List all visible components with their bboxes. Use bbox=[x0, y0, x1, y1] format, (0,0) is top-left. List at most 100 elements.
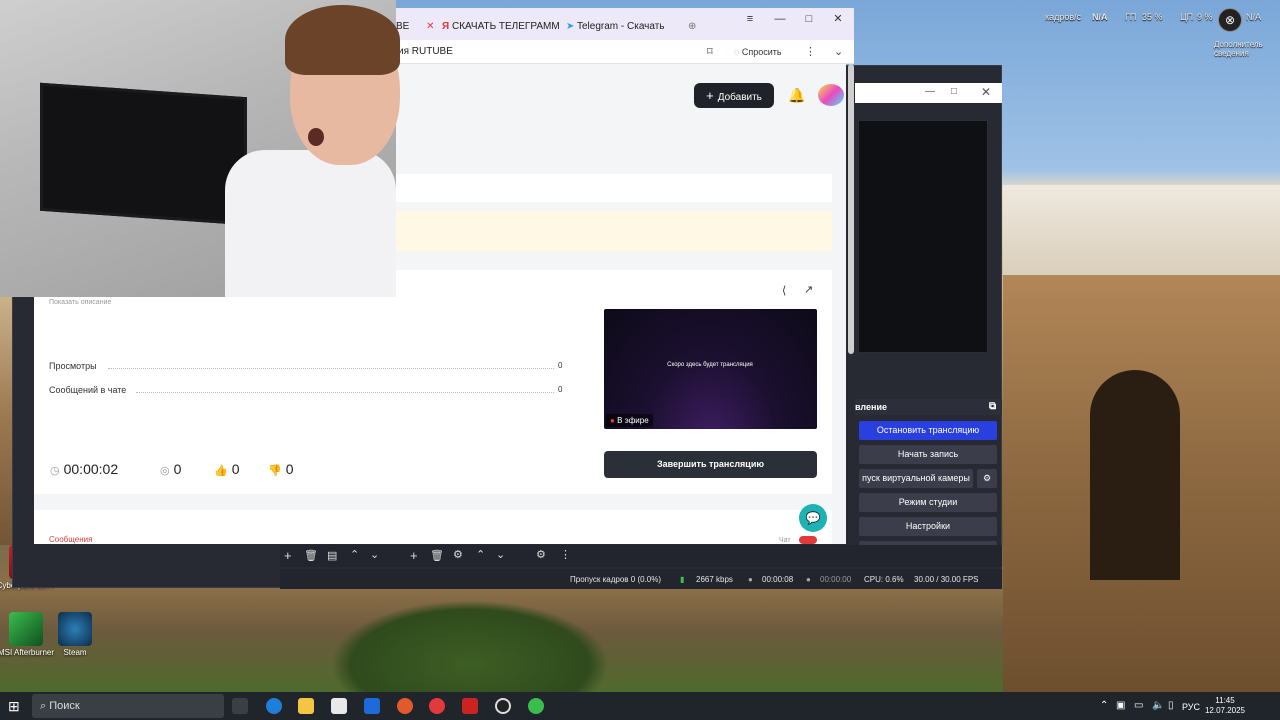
record-status-icon: ● bbox=[806, 575, 811, 584]
add-scene-item-icon[interactable]: + bbox=[410, 548, 418, 563]
clock-icon: ◷ bbox=[50, 465, 60, 477]
chat-toggle-label: Чат bbox=[779, 537, 791, 544]
language-indicator[interactable]: РУС bbox=[1182, 702, 1200, 712]
clock[interactable]: 11:45 12.07.2025 bbox=[1200, 696, 1250, 716]
share-icon[interactable]: ⟨ bbox=[782, 284, 786, 297]
desktop-icon-steam[interactable]: Steam bbox=[45, 612, 105, 657]
studio-mode-button[interactable]: Режим студии bbox=[859, 493, 997, 512]
close-icon[interactable]: ✕ bbox=[831, 12, 845, 26]
msi-afterburner-icon bbox=[9, 612, 43, 646]
utorrent-icon[interactable] bbox=[528, 698, 544, 714]
mixer-gear-icon[interactable]: ⚙ bbox=[536, 548, 546, 561]
dislikes-stat: 👎 0 bbox=[268, 461, 294, 477]
move-up-icon[interactable]: ⌃ bbox=[350, 548, 359, 561]
yandex-browser-icon[interactable] bbox=[429, 698, 445, 714]
virtual-camera-button[interactable]: пуск виртуальной камеры bbox=[859, 469, 973, 488]
clock-time: 11:45 bbox=[1215, 696, 1235, 705]
volume-icon[interactable]: 🔈 bbox=[1152, 700, 1164, 711]
chat-toggle[interactable] bbox=[799, 536, 817, 544]
file-explorer-icon[interactable] bbox=[298, 698, 314, 714]
external-link-icon[interactable]: ↗ bbox=[804, 283, 813, 296]
divider bbox=[136, 392, 554, 393]
new-tab-icon[interactable]: ⊕ bbox=[688, 16, 696, 38]
taskbar-search[interactable]: ⌕ Поиск bbox=[32, 694, 224, 718]
add-button[interactable]: + Добавить bbox=[694, 83, 774, 108]
task-view-icon[interactable] bbox=[232, 698, 248, 714]
trash-icon[interactable]: 🗑 bbox=[304, 549, 318, 562]
move-down-icon[interactable]: ⌄ bbox=[370, 548, 379, 561]
viewers-icon: ◎ bbox=[160, 465, 170, 477]
windows-start-icon[interactable]: ⊞ bbox=[8, 698, 24, 714]
viewers-value: 0 bbox=[173, 461, 182, 477]
maximize-icon[interactable]: □ bbox=[802, 12, 816, 26]
edge-icon[interactable] bbox=[266, 698, 282, 714]
webcam-tv bbox=[40, 82, 247, 226]
gear-icon[interactable]: ⚙ bbox=[977, 469, 997, 488]
steam-icon bbox=[58, 612, 92, 646]
desktop-icon-label: Steam bbox=[63, 648, 87, 657]
live-badge-label: В эфире bbox=[617, 416, 649, 425]
show-description-link[interactable]: Показать описание bbox=[49, 299, 111, 311]
gpu-label: ГП bbox=[1125, 12, 1137, 22]
likes-value: 0 bbox=[231, 461, 240, 477]
likes-stat: 👍 0 bbox=[214, 461, 240, 477]
stream-timer: ◷ 00:00:02 bbox=[50, 461, 118, 477]
dislikes-value: 0 bbox=[285, 461, 294, 477]
store-icon[interactable] bbox=[331, 698, 347, 714]
tray-apps-icon[interactable]: ▣ bbox=[1116, 700, 1125, 711]
avatar[interactable] bbox=[818, 84, 844, 106]
overlay-extra-label: Дополнитель сведения bbox=[1214, 40, 1263, 58]
close-tab-icon[interactable]: ✕ bbox=[426, 21, 434, 32]
stream-preview[interactable] bbox=[604, 309, 817, 429]
xbox-icon[interactable]: ⊗ bbox=[1218, 8, 1242, 32]
down-icon[interactable]: ⌄ bbox=[496, 548, 505, 561]
tray-chevron-icon[interactable]: ⌃ bbox=[1100, 700, 1108, 711]
performance-overlay: кадров/с N/A ГП 35 % ЦП 9 % N/A bbox=[1040, 12, 1280, 32]
undock-icon[interactable]: ⧉ bbox=[989, 401, 996, 412]
telegram-icon: ➤ bbox=[566, 21, 575, 32]
tab-telegram[interactable]: ➤ Telegram - Скачать bbox=[566, 16, 665, 38]
yandex-icon: Я bbox=[442, 21, 450, 32]
scrollbar[interactable] bbox=[848, 64, 854, 354]
webcam-person-hair bbox=[285, 5, 400, 75]
battery-icon[interactable]: ▯ bbox=[1168, 700, 1174, 711]
settings-button[interactable]: Настройки bbox=[859, 517, 997, 536]
chat-messages-value: 0 bbox=[558, 385, 563, 394]
add-source-icon[interactable]: + bbox=[284, 548, 292, 563]
download-icon[interactable]: ⌄ bbox=[834, 45, 843, 58]
close-icon[interactable]: ✕ bbox=[981, 85, 991, 99]
up-icon[interactable]: ⌃ bbox=[476, 548, 485, 561]
tab-rutube[interactable]: BE ✕ bbox=[396, 16, 435, 38]
stop-streaming-button[interactable]: Остановить трансляцию bbox=[859, 421, 997, 440]
search-placeholder: Поиск bbox=[49, 700, 80, 712]
maximize-icon[interactable]: □ bbox=[951, 86, 957, 97]
properties-gear-icon[interactable]: ⚙ bbox=[453, 548, 463, 561]
app-icon[interactable] bbox=[397, 698, 413, 714]
more-icon[interactable]: ⋮ bbox=[805, 45, 816, 58]
ask-button[interactable]: ◌ Спросить bbox=[734, 44, 794, 60]
bookmark-icon[interactable]: ⌑ bbox=[707, 45, 713, 58]
cpu-usage: CPU: 0.6% bbox=[864, 575, 904, 584]
start-recording-button[interactable]: Начать запись bbox=[859, 445, 997, 464]
cpu-label: ЦП bbox=[1180, 12, 1194, 22]
more-icon[interactable]: ⋮ bbox=[560, 548, 571, 561]
fps-status: 30.00 / 30.00 FPS bbox=[914, 575, 979, 584]
bell-icon[interactable]: 🔔 bbox=[788, 86, 805, 104]
messages-heading: Сообщения bbox=[49, 535, 93, 544]
page-card bbox=[396, 174, 832, 202]
search-icon: ⌕ bbox=[40, 700, 47, 712]
filter-icon[interactable]: ▤ bbox=[327, 549, 337, 562]
tab-download-telegram[interactable]: Я СКАЧАТЬ ТЕЛЕГРАММ bbox=[442, 16, 560, 38]
menu-icon[interactable]: ≡ bbox=[743, 12, 757, 26]
minimize-icon[interactable]: — bbox=[773, 12, 787, 26]
obs-icon[interactable] bbox=[495, 698, 511, 714]
network-icon[interactable]: ▭ bbox=[1134, 700, 1143, 711]
address-text: ия RUTUBE bbox=[398, 46, 453, 57]
remove-icon[interactable]: 🗑 bbox=[430, 549, 444, 562]
minimize-icon[interactable]: — bbox=[925, 86, 935, 97]
chat-icon[interactable]: 💬 bbox=[799, 504, 827, 532]
yandex-icon[interactable] bbox=[462, 698, 478, 714]
outlook-icon[interactable] bbox=[364, 698, 380, 714]
end-stream-button[interactable]: Завершить трансляцию bbox=[604, 451, 817, 478]
obs-controls-header: вление ⧉ bbox=[855, 399, 1002, 415]
